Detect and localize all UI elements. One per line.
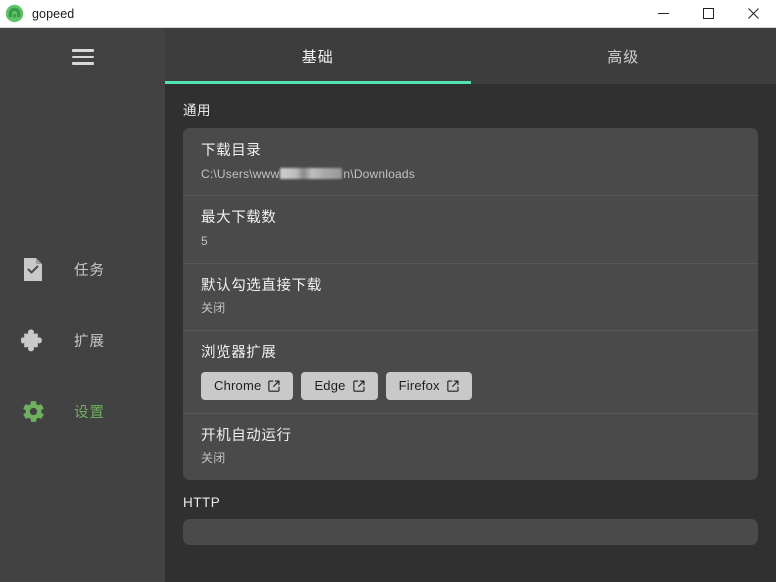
window-controls [641,0,776,27]
sidebar-item-label: 任务 [74,259,105,280]
edge-extension-button[interactable]: Edge [301,372,377,400]
settings-card-general: 下载目录 C:\Users\www n\Downloads 最大下载数 5 默认勾… [183,128,758,480]
title-bar-left: gopeed [0,0,641,27]
setting-label: 下载目录 [201,142,740,162]
sidebar-item-settings[interactable]: 设置 [0,376,165,447]
maximize-button[interactable] [686,0,731,27]
setting-label: 开机自动运行 [201,427,740,447]
gopeed-logo-icon [5,4,24,23]
settings-scroll-area[interactable]: 通用 下载目录 C:\Users\www n\Downloads 最大下载数 5 … [165,84,776,582]
tab-basic[interactable]: 基础 [165,28,471,84]
close-button[interactable] [731,0,776,27]
setting-label: 最大下载数 [201,209,740,229]
sidebar-item-label: 扩展 [74,330,105,351]
gopeed-app-window: gopeed [0,0,776,582]
setting-value-download-path: C:\Users\www n\Downloads [201,166,740,183]
sidebar-menu-toggle[interactable] [0,37,165,77]
settings-tabbar: 基础 高级 [165,28,776,84]
puzzle-piece-icon [20,328,46,354]
content-area: 基础 高级 通用 下载目录 C:\Users\www n\Downloads [165,28,776,582]
sidebar: 任务 扩展 设置 [0,28,165,582]
app-body: 任务 扩展 设置 [0,28,776,582]
chrome-extension-label: Chrome [214,378,261,393]
redacted-username-blur [280,168,342,179]
external-link-icon [353,380,365,392]
sidebar-nav: 任务 扩展 设置 [0,234,165,447]
title-bar: gopeed [0,0,776,28]
setting-row-browser-extensions: 浏览器扩展 Chrome [183,330,758,413]
setting-value: 关闭 [201,450,740,467]
gear-icon [20,399,46,425]
sidebar-item-extensions[interactable]: 扩展 [0,305,165,376]
firefox-extension-button[interactable]: Firefox [386,372,472,400]
setting-label: 默认勾选直接下载 [201,277,740,297]
setting-value: 关闭 [201,300,740,317]
tab-label: 基础 [302,46,334,67]
download-path-prefix: C:\Users\www [201,166,279,183]
setting-row-default-direct-download[interactable]: 默认勾选直接下载 关闭 [183,263,758,330]
tab-advanced[interactable]: 高级 [471,28,776,84]
tab-label: 高级 [607,46,639,67]
setting-value: 5 [201,233,740,250]
hamburger-menu-icon [72,49,94,65]
external-link-icon [447,380,459,392]
chrome-extension-button[interactable]: Chrome [201,372,293,400]
browser-extension-buttons: Chrome Edge [201,372,740,400]
sidebar-item-tasks[interactable]: 任务 [0,234,165,305]
setting-row-download-directory[interactable]: 下载目录 C:\Users\www n\Downloads [183,128,758,195]
setting-row-auto-start[interactable]: 开机自动运行 关闭 [183,413,758,480]
setting-row-max-downloads[interactable]: 最大下载数 5 [183,195,758,262]
section-title-http: HTTP [183,480,758,519]
edge-extension-label: Edge [314,378,345,393]
minimize-button[interactable] [641,0,686,27]
external-link-icon [268,380,280,392]
file-check-icon [20,257,46,283]
settings-card-http [183,519,758,545]
window-title: gopeed [32,7,74,21]
section-title-general: 通用 [183,84,758,128]
setting-label: 浏览器扩展 [201,344,740,364]
firefox-extension-label: Firefox [399,378,440,393]
download-path-suffix: n\Downloads [343,166,415,183]
sidebar-item-label: 设置 [74,401,105,422]
